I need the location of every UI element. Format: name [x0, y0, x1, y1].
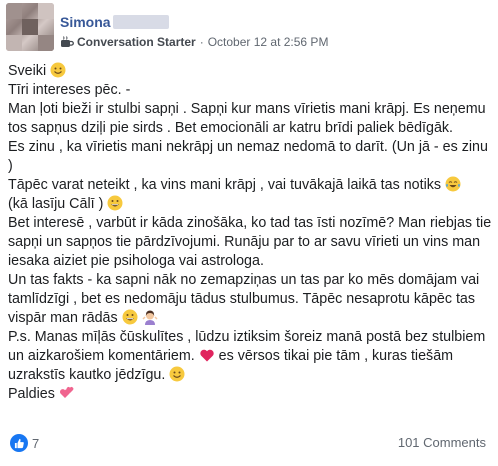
smile-emoji-icon [50, 62, 66, 78]
post-header: Simona Conversation Starter · October 12… [6, 3, 492, 55]
post-body: Sveiki Tīri intereses pēc. - Man ļoti bi… [8, 62, 492, 404]
laugh-cry-emoji-icon [445, 176, 461, 192]
post-paragraph: P.s. Manas mīļās čūskulītes , lūdzu izti… [8, 329, 486, 383]
smile-emoji-icon [169, 366, 185, 382]
post-paragraph: Bet interesē , varbūt ir kāda zinošāka, … [8, 215, 492, 269]
avatar[interactable] [6, 3, 54, 51]
author-row: Simona [60, 13, 169, 31]
badge-label[interactable]: Conversation Starter [77, 35, 196, 49]
post-paragraph: Sveiki [8, 62, 492, 81]
post-timestamp[interactable]: October 12 at 2:56 PM [208, 35, 329, 49]
woman-shrug-emoji-icon [142, 310, 158, 325]
meta-separator: · [199, 35, 204, 49]
post-paragraph: Man ļoti bieži ir stulbi sapņi . Sapņi k… [8, 101, 486, 136]
post-meta: Conversation Starter · October 12 at 2:5… [60, 35, 328, 49]
two-hearts-emoji-icon [59, 387, 74, 398]
heart-emoji-icon [200, 349, 214, 362]
post-footer: 7 101 Comments [0, 425, 498, 466]
coffee-cup-icon [61, 36, 74, 47]
author-name[interactable]: Simona [60, 14, 111, 30]
comments-count[interactable]: 101 Comments [398, 435, 486, 450]
post-paragraph: Paldies [8, 385, 492, 404]
grin-emoji-icon [107, 195, 123, 211]
reactions[interactable]: 7 [10, 434, 39, 452]
like-count[interactable]: 7 [32, 436, 39, 451]
post-paragraph: Un tas fakts - ka sapni nāk no zemapziņa… [8, 272, 480, 326]
post-paragraph: Tīri intereses pēc. - [8, 82, 131, 98]
blurred-surname [112, 15, 169, 29]
post-paragraph: Es zinu , ka vīrietis mani nekrāpj un ne… [8, 139, 488, 174]
like-thumb-icon[interactable] [10, 434, 28, 452]
grin-emoji-icon [122, 309, 138, 325]
post-paragraph: Tāpēc varat neteikt , ka vins mani krāpj… [8, 176, 492, 214]
